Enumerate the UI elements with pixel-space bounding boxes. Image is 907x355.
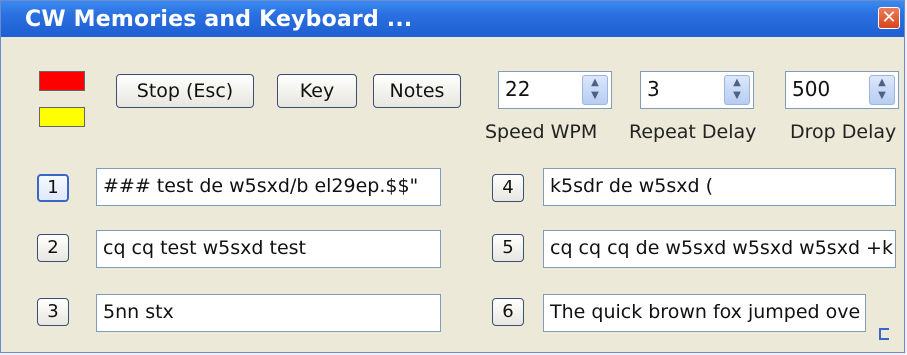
notes-button[interactable]: Notes — [373, 74, 461, 108]
status-indicator-red — [39, 71, 85, 91]
memory-2-input[interactable]: cq cq test w5sxd test — [96, 230, 441, 268]
memory-4-input[interactable]: k5sdr de w5sxd ( — [543, 168, 896, 206]
memory-5-button[interactable]: 5 — [492, 234, 524, 262]
speed-wpm-value[interactable]: 22 — [505, 77, 530, 101]
spin-arrows-icon[interactable]: ▲ ▼ — [724, 75, 750, 105]
spin-arrows-icon[interactable]: ▲ ▼ — [582, 75, 608, 105]
drop-delay-label: Drop Delay — [790, 121, 897, 143]
status-indicator-yellow — [39, 107, 85, 127]
drop-delay-spinner[interactable]: 500 ▲ ▼ — [785, 71, 899, 109]
memory-2-button[interactable]: 2 — [37, 234, 69, 262]
drop-delay-value[interactable]: 500 — [792, 77, 830, 101]
stop-button[interactable]: Stop (Esc) — [116, 74, 254, 108]
memory-1-input[interactable]: ### test de w5sxd/b el29ep.$$" — [96, 168, 441, 206]
repeat-delay-spinner[interactable]: 3 ▲ ▼ — [640, 71, 754, 109]
memory-6-button[interactable]: 6 — [492, 298, 524, 326]
cw-memories-window: CW Memories and Keyboard ... ✕ Stop (Esc… — [0, 0, 905, 353]
title-bar[interactable]: CW Memories and Keyboard ... ✕ — [1, 1, 904, 37]
speed-wpm-label: Speed WPM — [485, 121, 598, 143]
spin-arrows-icon[interactable]: ▲ ▼ — [869, 75, 895, 105]
memory-3-input[interactable]: 5nn stx — [96, 294, 441, 332]
repeat-delay-label: Repeat Delay — [629, 121, 757, 143]
resize-grip-icon[interactable] — [879, 328, 889, 340]
key-button[interactable]: Key — [277, 74, 357, 108]
memory-3-button[interactable]: 3 — [37, 298, 69, 326]
memory-4-button[interactable]: 4 — [492, 174, 524, 202]
memory-5-input[interactable]: cq cq cq de w5sxd w5sxd w5sxd +k — [543, 230, 896, 268]
close-icon[interactable]: ✕ — [878, 7, 900, 29]
window-title: CW Memories and Keyboard ... — [25, 7, 413, 32]
speed-wpm-spinner[interactable]: 22 ▲ ▼ — [498, 71, 612, 109]
memory-1-button[interactable]: 1 — [37, 174, 69, 202]
memory-6-input[interactable]: The quick brown fox jumped ove — [543, 294, 866, 332]
repeat-delay-value[interactable]: 3 — [647, 77, 660, 101]
